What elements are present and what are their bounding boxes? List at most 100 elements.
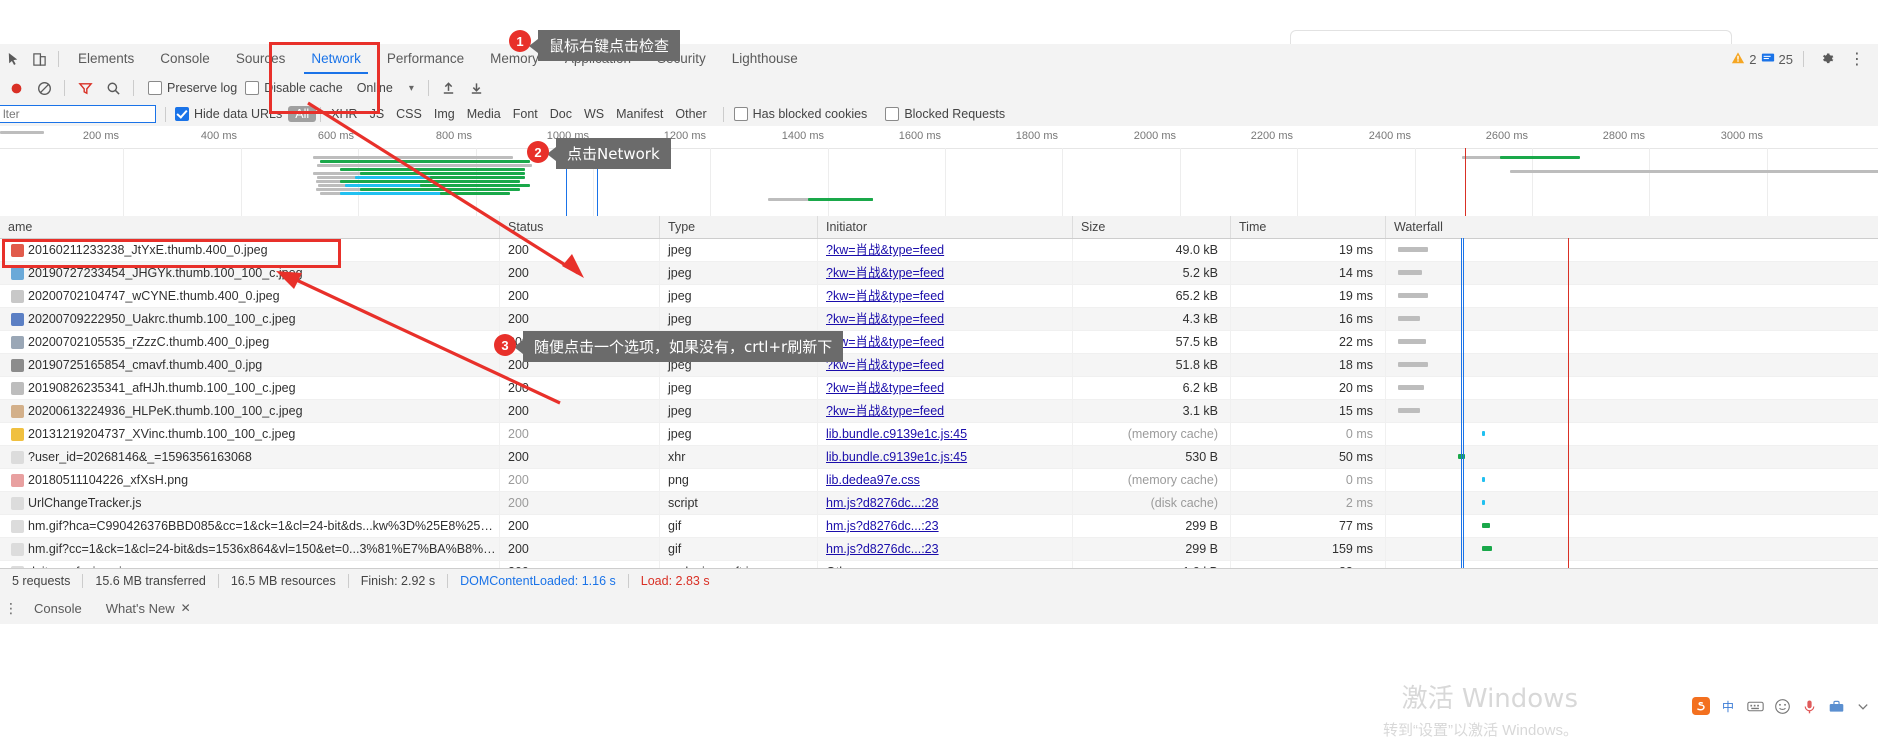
cell-initiator[interactable]: hm.js?d8276dc...:28 <box>818 492 1073 514</box>
more-options-icon[interactable]: ⋮ <box>1844 46 1870 72</box>
smiley-icon[interactable] <box>1773 697 1791 715</box>
table-row[interactable]: hm.gif?cc=1&ck=1&cl=24-bit&ds=1536x864&v… <box>0 538 1878 561</box>
table-row[interactable]: ?user_id=20268146&_=1596356163068 200 xhr l… <box>0 446 1878 469</box>
device-toolbar-icon[interactable] <box>26 46 52 72</box>
column-header-waterfall[interactable]: Waterfall <box>1386 216 1878 238</box>
cell-name[interactable]: 20200702104747_wCYNE.thumb.400_0.jpeg <box>0 285 500 307</box>
hide-data-urls-checkbox[interactable]: Hide data URLs <box>175 107 282 121</box>
export-har-icon[interactable] <box>463 75 491 101</box>
gear-icon[interactable] <box>1814 46 1840 72</box>
table-row[interactable]: 20131219204737_XVinc.thumb.100_100_c.jpe… <box>0 423 1878 446</box>
sogou-input-icon[interactable] <box>1692 697 1710 715</box>
preserve-log-checkbox[interactable]: Preserve log <box>148 81 237 95</box>
column-header-size[interactable]: Size <box>1073 216 1231 238</box>
cell-initiator[interactable]: ?kw=肖战&type=feed <box>818 331 1073 353</box>
message-icon[interactable] <box>1761 51 1775 68</box>
cell-initiator[interactable]: ?kw=肖战&type=feed <box>818 400 1073 422</box>
table-row[interactable]: UrlChangeTracker.js 200 script hm.js?d8276d… <box>0 492 1878 515</box>
import-har-icon[interactable] <box>435 75 463 101</box>
cell-name[interactable]: 20200702105535_rZzzC.thumb.400_0.jpeg <box>0 331 500 353</box>
overview-tick: 2600 ms <box>1485 130 1528 142</box>
requests-table[interactable]: ame Status Type Initiator Size Time Wate… <box>0 216 1878 568</box>
filter-input[interactable] <box>0 105 156 123</box>
cell-name[interactable]: hm.gif?hca=C990426376BBD085&cc=1&ck=1&cl… <box>0 515 500 537</box>
table-body[interactable]: 20160211233238_JtYxE.thumb.400_0.jpeg 200… <box>0 239 1878 568</box>
cell-initiator[interactable]: ?kw=肖战&type=feed <box>818 262 1073 284</box>
hide-data-urls-box[interactable] <box>175 107 189 121</box>
drawer-tab-console[interactable]: Console <box>22 601 94 616</box>
filter-type-css[interactable]: CSS <box>390 106 428 122</box>
filter-type-media[interactable]: Media <box>461 106 507 122</box>
disable-cache-box[interactable] <box>245 81 260 95</box>
table-row[interactable]: hm.gif?hca=C990426376BBD085&cc=1&ck=1&cl… <box>0 515 1878 538</box>
search-icon[interactable] <box>99 75 127 101</box>
cell-initiator[interactable]: ?kw=肖战&type=feed <box>818 354 1073 376</box>
table-row[interactable]: duitang_favicon.ico 200vnd.microsoft.icon… <box>0 561 1878 568</box>
cell-initiator[interactable]: lib.dedea97e.css <box>818 469 1073 491</box>
network-overview[interactable]: 200 ms 400 ms 600 ms 800 ms 1000 ms 1200 ms 14… <box>0 126 1878 217</box>
tab-console[interactable]: Console <box>147 44 223 74</box>
table-row[interactable]: 20200702104747_wCYNE.thumb.400_0.jpeg 200… <box>0 285 1878 308</box>
blocked-requests-box[interactable] <box>885 107 900 121</box>
cell-initiator[interactable]: lib.bundle.c9139e1c.js:45 <box>818 423 1073 445</box>
cell-initiator[interactable]: ?kw=肖战&type=feed <box>818 285 1073 307</box>
cell-initiator[interactable]: ?kw=肖战&type=feed <box>818 239 1073 261</box>
table-row[interactable]: 20200709222950_Uakrc.thumb.100_100_c.jpe… <box>0 308 1878 331</box>
column-header-status[interactable]: Status <box>500 216 660 238</box>
keyboard-icon[interactable] <box>1746 697 1764 715</box>
column-header-initiator[interactable]: Initiator <box>818 216 1073 238</box>
toolbox-icon[interactable] <box>1827 697 1845 715</box>
overview-bar <box>313 156 513 159</box>
cell-name[interactable]: duitang_favicon.ico <box>0 561 500 568</box>
table-row[interactable]: 20180511104226_xfXsH.png 200 png lib.dedea9… <box>0 469 1878 492</box>
cell-initiator[interactable]: hm.js?d8276dc...:23 <box>818 538 1073 560</box>
cell-name[interactable]: hm.gif?cc=1&ck=1&cl=24-bit&ds=1536x864&v… <box>0 538 500 560</box>
cell-name[interactable]: 20200613224936_HLPeK.thumb.100_100_c.jpe… <box>0 400 500 422</box>
cell-name[interactable]: 20131219204737_XVinc.thumb.100_100_c.jpe… <box>0 423 500 445</box>
column-header-name[interactable]: ame <box>0 216 500 238</box>
filter-icon[interactable] <box>71 75 99 101</box>
filter-type-manifest[interactable]: Manifest <box>610 106 669 122</box>
has-blocked-cookies-checkbox[interactable]: Has blocked cookies <box>733 107 867 121</box>
filter-type-doc[interactable]: Doc <box>544 106 578 122</box>
preserve-log-box[interactable] <box>148 81 162 95</box>
table-row[interactable]: 20190725165854_cmavf.thumb.400_0.jpg 200 j… <box>0 354 1878 377</box>
tray-more-icon[interactable] <box>1854 697 1872 715</box>
annotation-badge-1: 1 <box>509 30 531 52</box>
table-row[interactable]: 20200613224936_HLPeK.thumb.100_100_c.jpe… <box>0 400 1878 423</box>
cell-initiator[interactable]: hm.js?d8276dc...:23 <box>818 515 1073 537</box>
cell-name[interactable]: UrlChangeTracker.js <box>0 492 500 514</box>
record-button-icon[interactable] <box>2 75 30 101</box>
has-blocked-cookies-box[interactable] <box>733 107 748 121</box>
cell-name[interactable]: ?user_id=20268146&_=1596356163068 <box>0 446 500 468</box>
drawer-tab-whats-new[interactable]: What's New <box>94 601 187 616</box>
filter-type-ws[interactable]: WS <box>578 106 610 122</box>
table-row[interactable]: 20190826235341_afHJh.thumb.100_100_c.jpe… <box>0 377 1878 400</box>
filter-type-font[interactable]: Font <box>507 106 544 122</box>
cell-size: 65.2 kB <box>1073 285 1231 307</box>
table-row[interactable]: 20200702105535_rZzzC.thumb.400_0.jpeg200… <box>0 331 1878 354</box>
column-header-type[interactable]: Type <box>660 216 818 238</box>
blocked-requests-checkbox[interactable]: Blocked Requests <box>885 107 1005 121</box>
tab-performance[interactable]: Performance <box>374 44 477 74</box>
close-icon[interactable]: ✕ <box>181 601 191 615</box>
cell-initiator[interactable]: lib.bundle.c9139e1c.js:45 <box>818 446 1073 468</box>
cell-name[interactable]: 20200709222950_Uakrc.thumb.100_100_c.jpe… <box>0 308 500 330</box>
cell-name[interactable]: 20190826235341_afHJh.thumb.100_100_c.jpe… <box>0 377 500 399</box>
cell-initiator[interactable]: ?kw=肖战&type=feed <box>818 377 1073 399</box>
inspect-element-icon[interactable] <box>0 46 26 72</box>
language-indicator[interactable]: 中 <box>1719 697 1737 715</box>
clear-icon[interactable] <box>30 75 58 101</box>
tab-elements[interactable]: Elements <box>65 44 147 74</box>
column-header-time[interactable]: Time <box>1231 216 1386 238</box>
chevron-down-icon[interactable]: ▾ <box>409 83 414 94</box>
filter-type-img[interactable]: Img <box>428 106 461 122</box>
drawer-more-icon[interactable]: ⋮ <box>0 600 22 617</box>
warning-icon[interactable] <box>1731 51 1745 68</box>
cell-name[interactable]: 20180511104226_xfXsH.png <box>0 469 500 491</box>
tab-lighthouse[interactable]: Lighthouse <box>719 44 811 74</box>
cell-name[interactable]: 20190725165854_cmavf.thumb.400_0.jpg <box>0 354 500 376</box>
cell-initiator[interactable]: ?kw=肖战&type=feed <box>818 308 1073 330</box>
filter-type-other[interactable]: Other <box>669 106 712 122</box>
microphone-icon[interactable] <box>1800 697 1818 715</box>
